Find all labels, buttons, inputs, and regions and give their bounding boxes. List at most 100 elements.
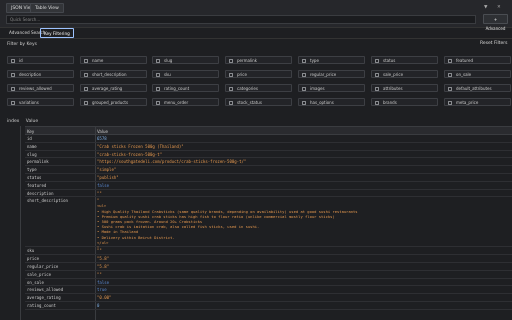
checkbox-icon[interactable]	[229, 86, 233, 91]
chevron-down-icon[interactable]: ▼	[484, 5, 487, 10]
index-label: index	[7, 119, 20, 124]
checkbox-icon[interactable]	[229, 58, 233, 63]
key-filter-attributes[interactable]: attributes	[371, 84, 438, 92]
row-value: false	[97, 182, 110, 188]
key-filter-has-options[interactable]: has_options	[298, 98, 365, 106]
table-row: id 6578	[25, 135, 512, 143]
checkbox-icon[interactable]	[375, 72, 379, 77]
row-key: sale_price	[27, 271, 52, 277]
row-value: "crab-sticks-frozen-500g-t"	[97, 151, 163, 157]
checkbox-icon[interactable]	[84, 86, 88, 91]
row-key: short_description	[27, 198, 68, 204]
key-filter-brands[interactable]: brands	[371, 98, 438, 106]
row-key: average_rating	[27, 295, 61, 301]
key-filter-label: brands	[383, 100, 397, 105]
checkbox-icon[interactable]	[84, 72, 88, 77]
checkbox-icon[interactable]	[84, 100, 88, 105]
checkbox-icon[interactable]	[11, 72, 15, 77]
checkbox-icon[interactable]	[156, 58, 160, 63]
key-filter-categories[interactable]: categories	[225, 84, 292, 92]
key-filter-id[interactable]: id	[7, 56, 74, 64]
checkbox-icon[interactable]	[229, 100, 233, 105]
key-filter-short-description[interactable]: short_description	[80, 70, 147, 78]
key-filter-label: default_attributes	[456, 86, 492, 91]
key-filter-status[interactable]: status	[371, 56, 438, 64]
tab-table-view[interactable]: Table View	[30, 3, 64, 13]
row-value: true	[97, 287, 107, 293]
key-filter-stock-status[interactable]: stock_status	[225, 98, 292, 106]
key-filter-average-rating[interactable]: average_rating	[80, 84, 147, 92]
key-filter-sale-price[interactable]: sale_price	[371, 70, 438, 78]
checkbox-icon[interactable]	[448, 100, 452, 105]
key-filter-label: regular_price	[310, 72, 337, 77]
key-filter-description[interactable]: description	[7, 70, 74, 78]
row-key: regular_price	[27, 264, 59, 269]
key-filter-rating-count[interactable]: rating_count	[152, 84, 219, 92]
checkbox-icon[interactable]	[302, 58, 306, 63]
reset-filters-button[interactable]: Reset Filters	[480, 41, 508, 46]
value-label: Value	[25, 119, 39, 124]
key-filter-type[interactable]: type	[298, 56, 365, 64]
column-header-value: Value	[97, 129, 108, 134]
row-key: description	[27, 190, 54, 196]
table-row: name "Crab sticks Frozen 500g (Thailand)"	[25, 143, 512, 151]
checkbox-icon[interactable]	[302, 86, 306, 91]
key-filter-images[interactable]: images	[298, 84, 365, 92]
close-icon[interactable]: ✕	[497, 5, 501, 10]
checkbox-icon[interactable]	[375, 100, 379, 105]
search-input[interactable]: Quick Search...	[6, 15, 476, 24]
key-filter-label: on_sale	[456, 72, 472, 77]
key-filter-meta-price[interactable]: meta_price	[444, 98, 511, 106]
top-toolbar: JSON View Table View ▼ ✕ Quick Search...…	[0, 0, 512, 31]
row-value: "https://southgatedeli.com/product/crab-…	[97, 159, 247, 165]
key-filter-grouped-products[interactable]: grouped_products	[80, 98, 147, 106]
row-key: reviews_allowed	[27, 287, 64, 293]
divider	[0, 38, 512, 39]
key-filter-label: meta_price	[456, 100, 479, 105]
key-filter-label: grouped_products	[92, 100, 129, 105]
key-filter-default-attributes[interactable]: default_attributes	[444, 84, 511, 92]
checkbox-icon[interactable]	[156, 72, 160, 77]
key-filter-sku[interactable]: sku	[152, 70, 219, 78]
row-key: sku	[27, 248, 35, 254]
row-value: "publish"	[97, 175, 119, 180]
key-filter-regular-price[interactable]: regular_price	[298, 70, 365, 78]
checkbox-icon[interactable]	[302, 100, 306, 105]
plus-icon: +	[493, 17, 498, 22]
checkbox-icon[interactable]	[302, 72, 306, 77]
checkbox-icon[interactable]	[156, 86, 160, 91]
row-key: price	[27, 256, 40, 262]
checkbox-icon[interactable]	[156, 100, 160, 105]
key-filter-price[interactable]: price	[225, 70, 292, 78]
checkbox-icon[interactable]	[448, 58, 452, 63]
table-row: rating_count 0	[25, 302, 512, 310]
key-filter-label: images	[310, 86, 325, 91]
key-filter-label: average_rating	[92, 86, 123, 91]
advanced-button[interactable]: + Advanced	[483, 14, 508, 31]
key-filter-label: variations	[19, 100, 39, 105]
key-filter-name[interactable]: name	[80, 56, 147, 64]
key-filter-label: categories	[237, 86, 258, 91]
checkbox-icon[interactable]	[11, 100, 15, 105]
checkbox-icon[interactable]	[84, 58, 88, 63]
checkbox-icon[interactable]	[448, 72, 452, 77]
key-filter-label: stock_status	[237, 100, 262, 105]
key-filter-slug[interactable]: slug	[152, 56, 219, 64]
tab-key-filtering[interactable]: Key Filtering	[40, 28, 74, 38]
key-filter-label: type	[310, 58, 319, 63]
key-filter-on-sale[interactable]: on_sale	[444, 70, 511, 78]
key-filter-label: price	[237, 72, 247, 77]
checkbox-icon[interactable]	[375, 58, 379, 63]
key-filter-variations[interactable]: variations	[7, 98, 74, 106]
key-filter-menu-order[interactable]: menu_order	[152, 98, 219, 106]
row-value: "5.8"	[97, 264, 110, 269]
checkbox-icon[interactable]	[448, 86, 452, 91]
checkbox-icon[interactable]	[229, 72, 233, 77]
table-row: on_sale false	[25, 279, 512, 287]
key-filter-featured[interactable]: featured	[444, 56, 511, 64]
key-filter-permalink[interactable]: permalink	[225, 56, 292, 64]
checkbox-icon[interactable]	[375, 86, 379, 91]
checkbox-icon[interactable]	[11, 58, 15, 63]
key-filter-reviews-allowed[interactable]: reviews_allowed	[7, 84, 74, 92]
checkbox-icon[interactable]	[11, 86, 15, 91]
